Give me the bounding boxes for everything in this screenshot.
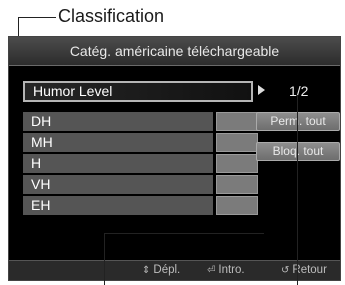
hint-enter-label: Intro. — [218, 264, 245, 276]
rating-lock-box[interactable] — [216, 112, 258, 131]
callout-classification-label: Classification — [58, 6, 165, 26]
rating-row-eh[interactable]: EH — [23, 196, 258, 215]
rating-label: H — [23, 154, 213, 173]
hint-return: ↺ Retour — [281, 261, 327, 280]
rating-lock-box[interactable] — [216, 175, 258, 194]
rating-label: VH — [23, 175, 213, 194]
rating-row-h[interactable]: H — [23, 154, 258, 173]
rating-lock-box[interactable] — [216, 154, 258, 173]
block-all-button[interactable]: Bloq. tout — [256, 142, 340, 161]
permit-all-button[interactable]: Perm. tout — [256, 112, 340, 131]
rating-lock-box[interactable] — [216, 196, 258, 215]
hint-move: ⇕ Dépl. — [142, 261, 180, 280]
rating-label: MH — [23, 133, 213, 152]
callout-line-page-indicator — [297, 95, 298, 285]
rating-label: DH — [23, 112, 213, 131]
rating-row-vh[interactable]: VH — [23, 175, 258, 194]
callout-line-box-vertical — [104, 233, 105, 285]
callout-line-box-horizontal — [104, 233, 264, 234]
tv-menu-screen: Catég. américaine téléchargeable Humor L… — [8, 36, 341, 281]
humor-level-selector[interactable]: Humor Level — [23, 81, 253, 102]
rating-row-mh[interactable]: MH — [23, 133, 258, 152]
page-indicator: 1/2 — [289, 83, 309, 99]
dialog-title: Catég. américaine téléchargeable — [9, 37, 340, 66]
arrow-right-icon[interactable] — [258, 85, 265, 95]
hint-move-label: Dépl. — [153, 264, 181, 276]
footer-hints: ⇕ Dépl. ⏎ Intro. ↺ Retour — [9, 260, 340, 280]
enter-icon: ⏎ — [207, 265, 216, 276]
hint-enter: ⏎ Intro. — [207, 261, 245, 280]
up-down-arrows-icon: ⇕ — [142, 265, 151, 276]
rating-label: EH — [23, 196, 213, 215]
rating-lock-box[interactable] — [216, 133, 258, 152]
return-icon: ↺ — [281, 265, 290, 276]
callout-line-top — [18, 17, 56, 18]
rating-row-dh[interactable]: DH — [23, 112, 258, 131]
